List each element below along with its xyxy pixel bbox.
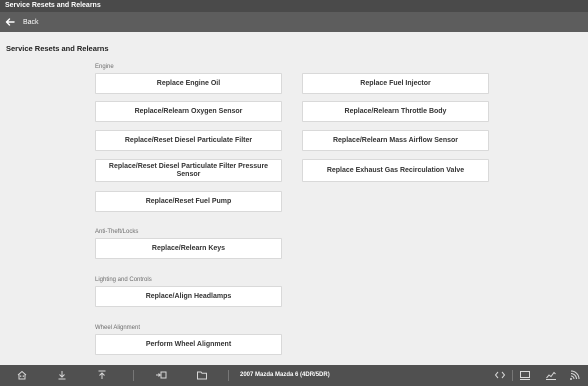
- perform-wheel-alignment-button[interactable]: Perform Wheel Alignment: [95, 334, 282, 355]
- replace-fuel-injector-button[interactable]: Replace Fuel Injector: [302, 73, 489, 94]
- back-arrow-icon: [5, 18, 15, 26]
- replace-relearn-oxygen-sensor-button[interactable]: Replace/Relearn Oxygen Sensor: [95, 101, 282, 122]
- replace-reset-diesel-particulate-filter-button[interactable]: Replace/Reset Diesel Particulate Filter: [95, 130, 282, 151]
- main-content: Service Resets and Relearns Engine Repla…: [0, 32, 588, 365]
- chart-icon[interactable]: [545, 369, 557, 381]
- replace-relearn-throttle-body-button[interactable]: Replace/Relearn Throttle Body: [302, 101, 489, 122]
- vehicle-info: 2007 Mazda Mazda 6 (4DR/5DR): [240, 372, 330, 378]
- upload-icon[interactable]: [96, 369, 108, 381]
- download-icon[interactable]: [56, 369, 68, 381]
- window-title: Service Resets and Relearns: [0, 0, 588, 12]
- home-icon[interactable]: [16, 369, 28, 381]
- monitor-icon[interactable]: [519, 369, 531, 381]
- section-label-wheel-alignment: Wheel Alignment: [95, 325, 141, 331]
- bottom-toolbar: 2007 Mazda Mazda 6 (4DR/5DR): [0, 365, 588, 386]
- replace-egr-valve-button[interactable]: Replace Exhaust Gas Recirculation Valve: [302, 159, 489, 182]
- code-icon[interactable]: [494, 369, 506, 381]
- toolbar-separator: [228, 370, 229, 381]
- back-button[interactable]: Back: [0, 12, 45, 32]
- vehicle-connect-icon[interactable]: [155, 369, 167, 381]
- nav-bar: Back: [0, 12, 588, 32]
- replace-reset-fuel-pump-button[interactable]: Replace/Reset Fuel Pump: [95, 191, 282, 212]
- replace-reset-dpf-pressure-sensor-button[interactable]: Replace/Reset Diesel Particulate Filter …: [95, 159, 282, 182]
- replace-relearn-mass-airflow-sensor-button[interactable]: Replace/Relearn Mass Airflow Sensor: [302, 130, 489, 151]
- replace-align-headlamps-button[interactable]: Replace/Align Headlamps: [95, 286, 282, 307]
- section-label-lighting: Lighting and Controls: [95, 277, 152, 283]
- folder-icon[interactable]: [196, 369, 208, 381]
- toolbar-separator: [133, 370, 134, 381]
- page-title: Service Resets and Relearns: [6, 44, 109, 53]
- toolbar-separator: [512, 370, 513, 381]
- section-label-anti-theft: Anti-Theft/Locks: [95, 229, 139, 235]
- wireless-icon[interactable]: [569, 369, 581, 381]
- back-label: Back: [23, 18, 39, 26]
- section-label-engine: Engine: [95, 64, 114, 70]
- replace-relearn-keys-button[interactable]: Replace/Relearn Keys: [95, 238, 282, 259]
- replace-engine-oil-button[interactable]: Replace Engine Oil: [95, 73, 282, 94]
